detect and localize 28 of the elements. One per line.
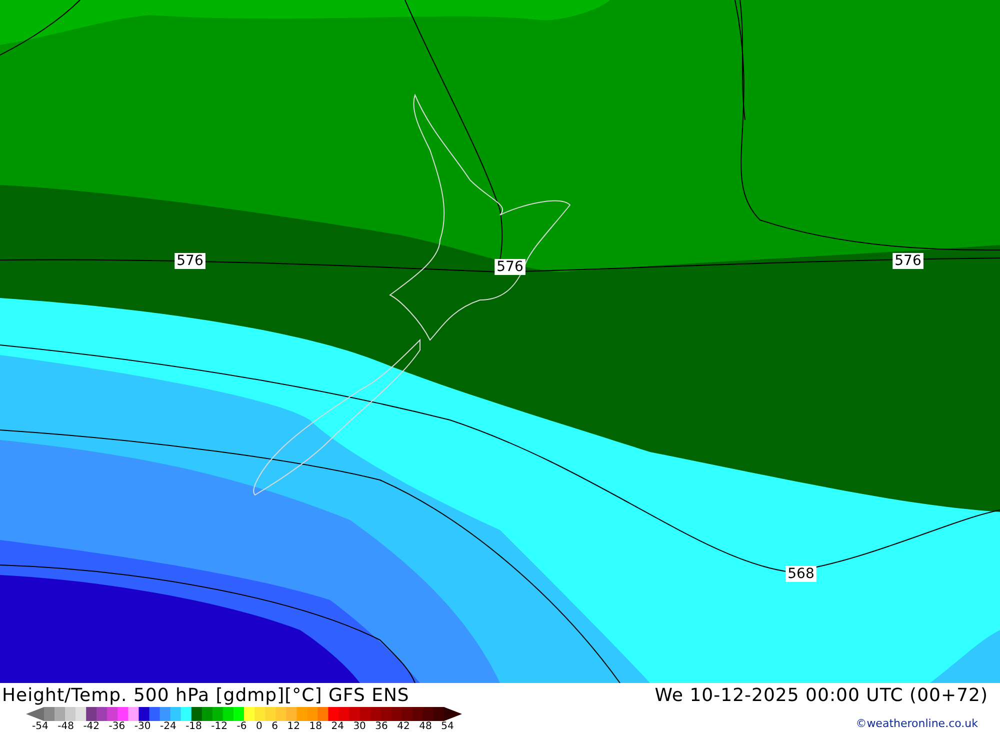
colorbar-tick-label: 0 — [256, 721, 262, 732]
colorbar-tick-label: -30 — [134, 721, 151, 732]
colorbar-tick-label: -54 — [32, 721, 48, 732]
colorbar-tick-label: -48 — [58, 721, 74, 732]
contour-label: 576 — [894, 253, 922, 269]
copyright-link[interactable]: ©weatheronline.co.uk — [856, 717, 978, 730]
colorbar-tick-label: 24 — [331, 721, 344, 732]
colorbar-tick-label: 30 — [353, 721, 366, 732]
chart-title: Height/Temp. 500 hPa [gdmp][°C] GFS ENS — [2, 684, 410, 706]
colorbar-tick-label: -36 — [108, 721, 126, 732]
colorbar-high-arrow — [444, 707, 462, 721]
colorbar-tick-label: 54 — [441, 721, 454, 732]
colorbar-tick-label: 36 — [375, 721, 388, 732]
contour-label: 576 — [496, 259, 524, 275]
colorbar-low-arrow — [26, 707, 44, 721]
colorbar-tick-label: 48 — [419, 721, 432, 732]
colorbar-tick-label: 42 — [397, 721, 410, 732]
colorbar-tick-label: -18 — [186, 721, 202, 732]
colorbar-tick-label: -42 — [83, 721, 100, 732]
colorbar-tick-label: -6 — [236, 721, 247, 732]
contour-label: 576 — [176, 253, 204, 269]
colorbar-tick-label: 6 — [272, 721, 278, 732]
contour-label: 568 — [788, 566, 814, 582]
valid-time: We 10-12-2025 00:00 UTC (00+72) — [654, 684, 988, 706]
colorbar-tick-label: 18 — [309, 721, 322, 732]
colorbar-tick-label: -24 — [160, 721, 176, 732]
colorbar-tick-label: -12 — [211, 721, 228, 732]
colorbar-tick-label: 12 — [287, 721, 300, 732]
